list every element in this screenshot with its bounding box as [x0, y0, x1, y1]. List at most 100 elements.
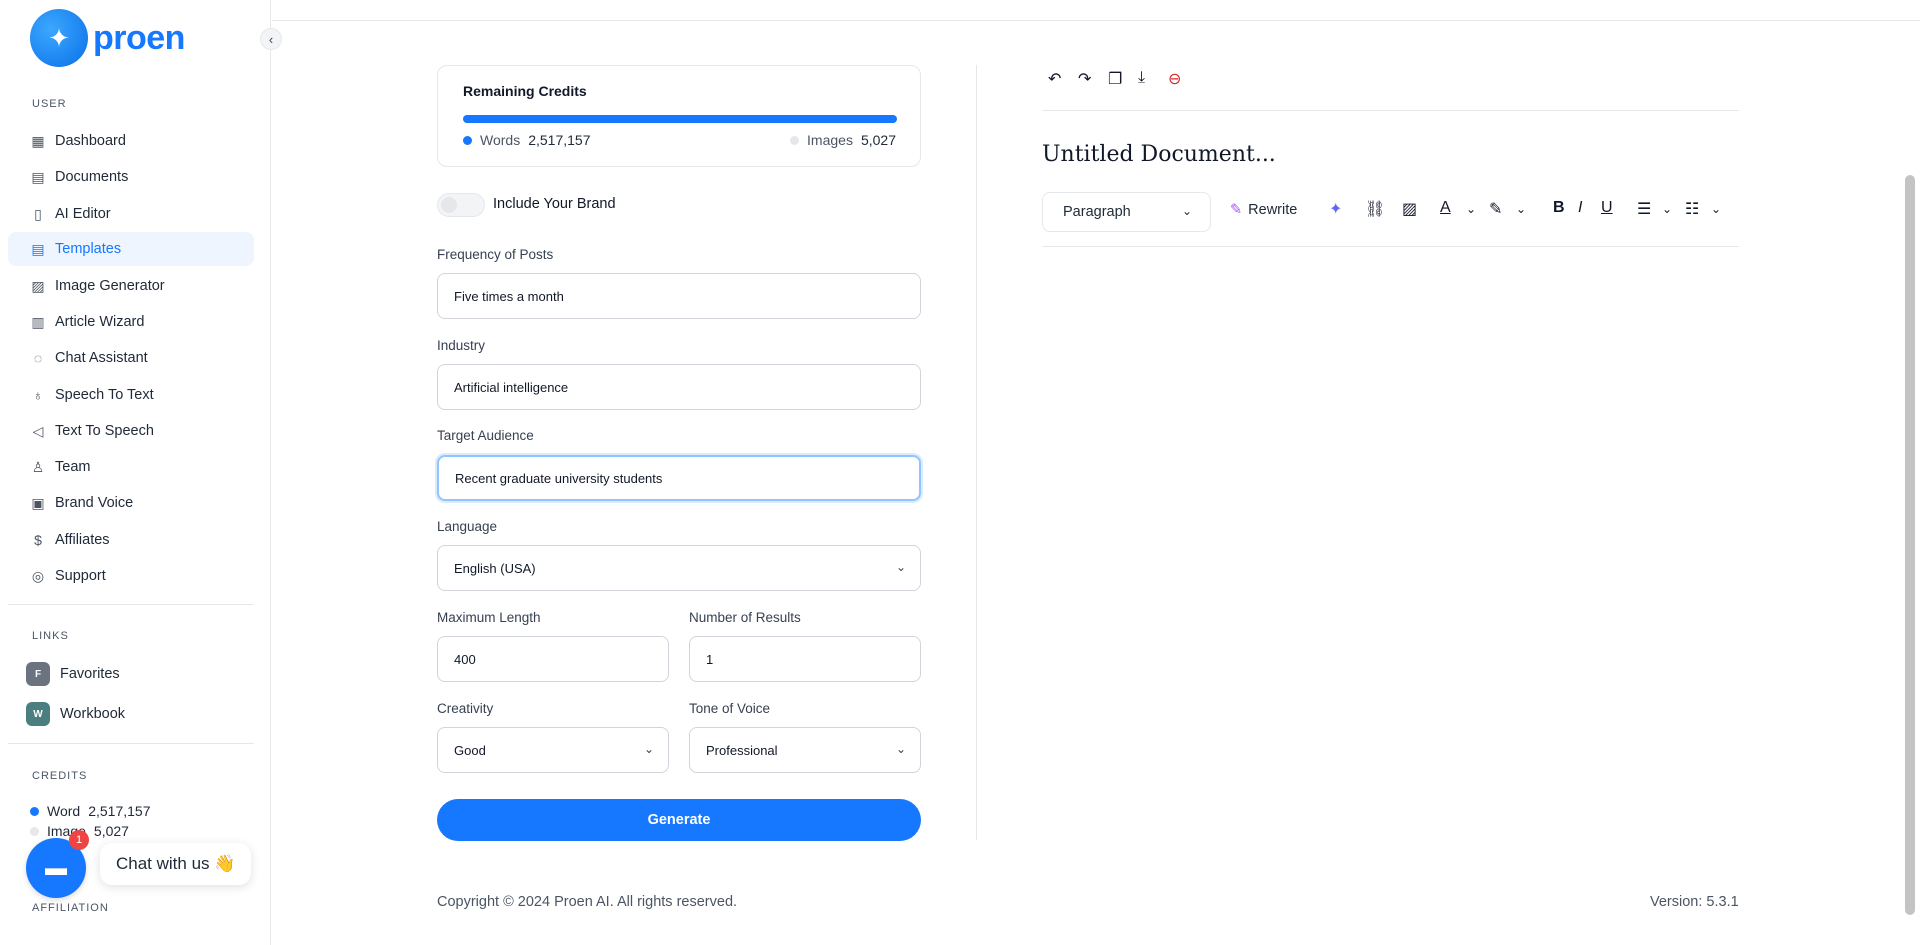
sidebar-item-label: Affiliates — [55, 532, 110, 548]
credit-word-value: 2,517,157 — [88, 803, 151, 819]
speaker-icon: ◁ — [32, 422, 44, 439]
document-title[interactable]: Untitled Document... — [1042, 142, 1276, 167]
rewrite-button[interactable]: ✎ Rewrite — [1230, 202, 1297, 218]
sidebar-divider — [8, 604, 254, 605]
image-icon[interactable]: ▨ — [1402, 199, 1417, 219]
include-brand-toggle[interactable] — [437, 193, 485, 217]
sidebar-item-documents[interactable]: ▤ Documents — [8, 160, 254, 194]
words-label: Words — [480, 132, 521, 148]
credits-words: Words 2,517,157 — [463, 132, 591, 148]
sidebar-item-chat-assistant[interactable]: ◌ Chat Assistant — [8, 341, 254, 375]
bullet-list-icon[interactable]: ☰ — [1637, 199, 1651, 219]
redo-icon[interactable]: ↷ — [1078, 69, 1091, 89]
undo-icon[interactable]: ↶ — [1048, 69, 1061, 89]
sidebar-item-article-wizard[interactable]: ▥ Article Wizard — [8, 305, 254, 339]
section-label-user: USER — [32, 98, 67, 110]
credit-image-value: 5,027 — [93, 823, 129, 839]
chevron-down-icon: ⌄ — [895, 742, 906, 756]
scrollbar[interactable] — [1905, 175, 1915, 915]
chevron-down-icon: ⌄ — [895, 560, 906, 574]
sidebar-item-text-to-speech[interactable]: ◁ Text To Speech — [8, 414, 254, 448]
article-icon: ▥ — [31, 313, 45, 330]
panel-divider — [976, 65, 977, 840]
frequency-input[interactable]: Five times a month — [437, 273, 921, 319]
italic-icon[interactable]: I — [1578, 199, 1582, 217]
language-select[interactable]: English (USA) ⌄ — [437, 545, 921, 591]
ai-sparkle-icon[interactable]: ✦ — [1329, 199, 1342, 219]
industry-value: Artificial intelligence — [454, 379, 569, 395]
sidebar-item-label: Text To Speech — [55, 423, 154, 439]
sidebar-item-label: Chat Assistant — [55, 350, 148, 366]
sidebar-item-label: Speech To Text — [55, 387, 154, 403]
underline-icon[interactable]: U — [1601, 199, 1613, 217]
target-audience-input[interactable]: Recent graduate university students — [437, 455, 921, 501]
sidebar-item-affiliates[interactable]: $ Affiliates — [8, 523, 254, 557]
dollar-icon: $ — [34, 532, 42, 548]
sidebar-item-support[interactable]: ◎ Support — [8, 559, 254, 593]
sidebar-item-speech-to-text[interactable]: ♁ Speech To Text — [8, 378, 254, 412]
link-icon[interactable]: ⛓ — [1365, 199, 1385, 219]
chat-bubble-icon: ▬ — [45, 855, 67, 880]
chevron-down-icon[interactable]: ⌄ — [1711, 202, 1721, 216]
chat-icon: ◌ — [33, 350, 43, 366]
editor-divider — [1042, 110, 1739, 111]
tone-of-voice-select[interactable]: Professional ⌄ — [689, 727, 921, 773]
sidebar-item-team[interactable]: ♙ Team — [8, 450, 254, 484]
highlight-icon[interactable]: ✎ — [1489, 199, 1502, 219]
sidebar-item-label: Support — [55, 568, 106, 584]
grid-icon: ▦ — [31, 132, 45, 149]
chat-with-us-label: Chat with us 👋 — [116, 854, 236, 873]
logo[interactable]: ✦ proen — [30, 9, 185, 67]
lifebuoy-icon: ◎ — [31, 567, 45, 584]
editor-icon: ▯ — [34, 205, 42, 222]
sidebar-item-brand-voice[interactable]: ▣ Brand Voice — [8, 486, 254, 520]
sidebar-item-ai-editor[interactable]: ▯ AI Editor — [8, 197, 254, 231]
include-brand-label: Include Your Brand — [493, 196, 616, 212]
chevron-down-icon[interactable]: ⌄ — [1516, 202, 1526, 216]
words-dot — [463, 135, 472, 145]
credits-progress-bar — [463, 115, 897, 123]
sidebar-item-label: Templates — [55, 241, 122, 257]
industry-input[interactable]: Artificial intelligence — [437, 364, 921, 410]
pencil-icon: ✎ — [1230, 202, 1243, 218]
sidebar-item-dashboard[interactable]: ▦ Dashboard — [8, 124, 254, 158]
section-label-affiliation: AFFILIATION — [32, 902, 109, 914]
sidebar-item-label: Brand Voice — [55, 495, 134, 511]
sidebar-item-label: AI Editor — [55, 206, 111, 222]
sidebar-item-image-generator[interactable]: ▨ Image Generator — [8, 269, 254, 303]
numbered-list-icon[interactable]: ☷ — [1685, 199, 1699, 219]
creativity-select[interactable]: Good ⌄ — [437, 727, 669, 773]
audience-value: Recent graduate university students — [455, 470, 663, 486]
download-icon[interactable]: ⤓ — [1138, 69, 1145, 87]
workbook-badge: W — [26, 702, 50, 726]
copy-icon[interactable]: ❐ — [1108, 69, 1122, 89]
creativity-label: Creativity — [437, 701, 494, 716]
chat-with-us-bubble[interactable]: Chat with us 👋 — [100, 843, 252, 885]
tone-label: Tone of Voice — [689, 701, 771, 716]
chat-unread-badge: 1 — [69, 830, 89, 850]
generate-button[interactable]: Generate — [437, 799, 921, 841]
sidebar-item-templates[interactable]: ▤ Templates — [8, 232, 254, 266]
rewrite-label: Rewrite — [1248, 202, 1298, 218]
version: Version: 5.3.1 — [1650, 894, 1739, 910]
sidebar-item-label: Dashboard — [55, 133, 126, 149]
images-dot — [790, 135, 800, 145]
chevron-down-icon[interactable]: ⌄ — [1466, 202, 1476, 216]
collapse-sidebar-button[interactable]: ‹ — [260, 28, 282, 50]
paragraph-select[interactable]: Paragraph ⌄ — [1042, 192, 1211, 232]
max-length-input[interactable]: 400 — [437, 636, 669, 682]
word-dot — [30, 806, 39, 816]
frequency-label: Frequency of Posts — [437, 247, 554, 262]
toggle-knob — [441, 197, 457, 213]
sidebar-item-label: Article Wizard — [55, 314, 145, 330]
bold-icon[interactable]: B — [1553, 199, 1565, 217]
text-color-icon[interactable]: A — [1440, 199, 1451, 217]
creativity-value: Good — [454, 742, 486, 758]
link-favorites[interactable]: F Favorites — [26, 662, 120, 686]
number-of-results-input[interactable]: 1 — [689, 636, 921, 682]
delete-icon[interactable]: ⊖ — [1168, 69, 1181, 89]
chevron-down-icon[interactable]: ⌄ — [1662, 202, 1672, 216]
brand-name: proen — [93, 18, 185, 57]
copyright: Copyright © 2024 Proen AI. All rights re… — [437, 894, 738, 910]
link-workbook[interactable]: W Workbook — [26, 702, 125, 726]
